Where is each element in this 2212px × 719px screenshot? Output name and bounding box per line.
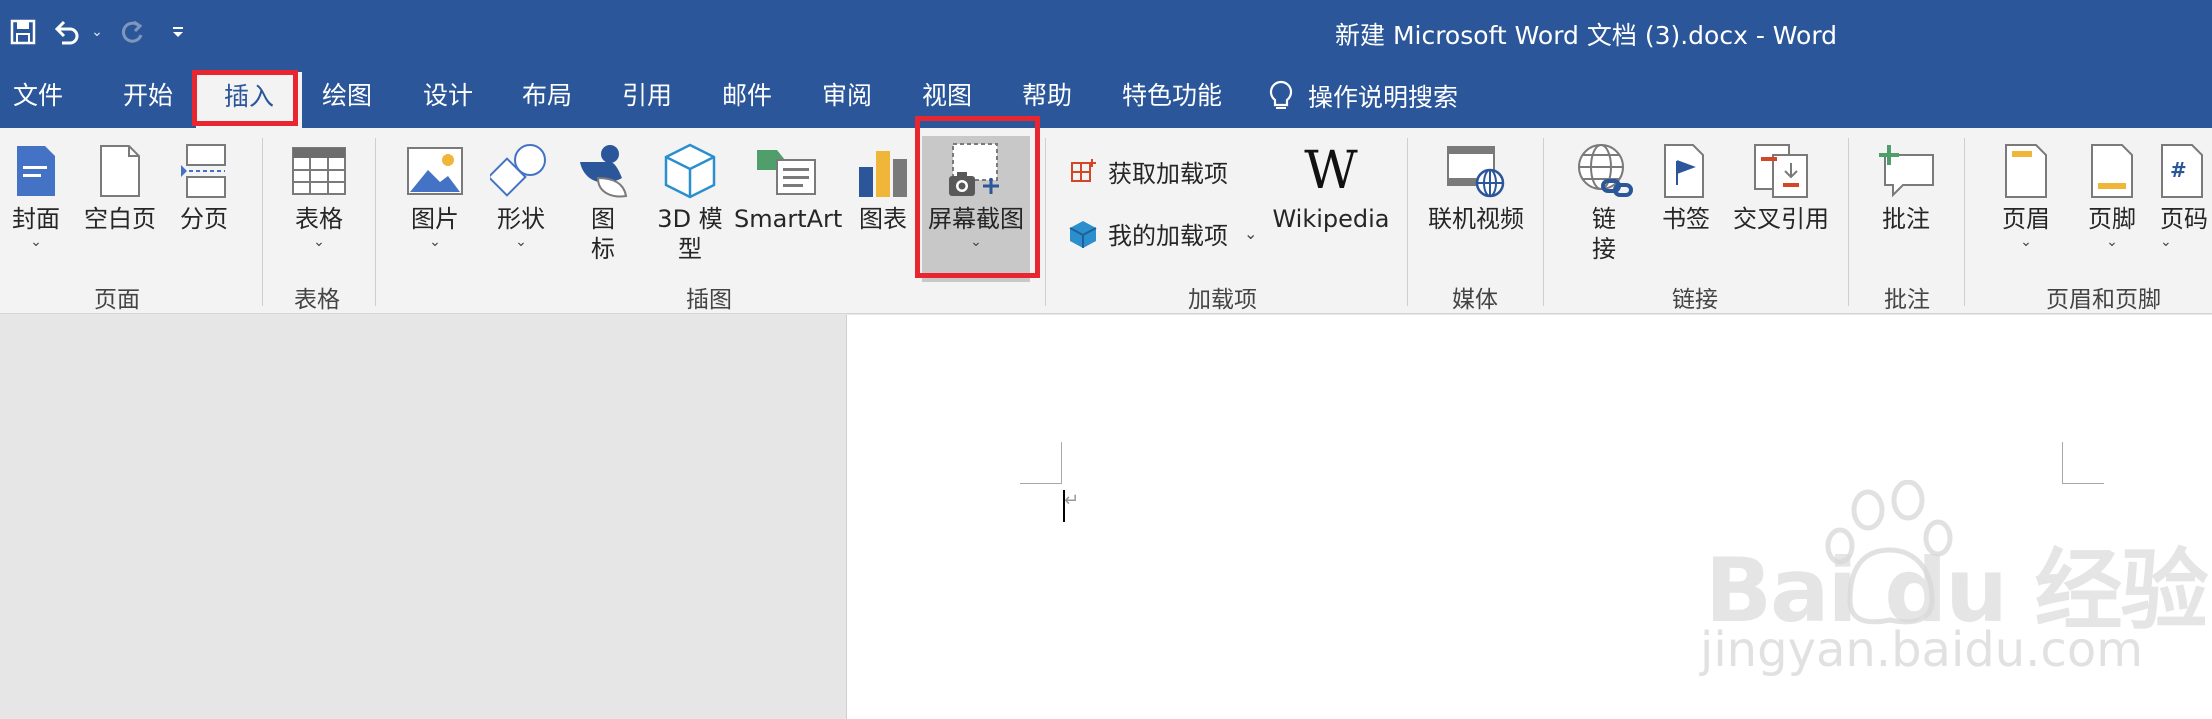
customize-icon — [173, 27, 183, 37]
insert-tab-highlight — [192, 70, 298, 126]
addins-cube-icon — [1069, 220, 1097, 248]
group-label-comments: 批注 — [1884, 287, 1930, 313]
undo-dropdown[interactable]: ⌄ — [86, 0, 108, 64]
bookmark-button[interactable]: 书签 — [1652, 138, 1720, 234]
screenshot-button-highlight — [915, 116, 1040, 278]
tab-special-features[interactable]: 特色功能 — [1122, 64, 1222, 128]
cross-reference-icon — [1754, 144, 1808, 198]
title-bar: ⌄ 新建 Microsoft Word 文档 (3).docx - Word — [0, 0, 2212, 64]
tab-home[interactable]: 开始 — [123, 64, 173, 128]
separator — [1045, 138, 1046, 306]
cross-reference-button[interactable]: 交叉引用 — [1730, 138, 1832, 234]
wikipedia-button[interactable]: W Wikipedia — [1272, 138, 1390, 234]
table-button[interactable]: 表格 ⌄ — [284, 138, 354, 250]
table-icon — [292, 147, 346, 195]
page-number-icon: # — [2161, 144, 2203, 198]
header-button[interactable]: 页眉 ⌄ — [1992, 138, 2060, 250]
page-break-button[interactable]: 分页 — [172, 138, 236, 234]
wikipedia-icon: W — [1304, 141, 1358, 201]
group-label-links: 链接 — [1672, 287, 1718, 313]
tab-review[interactable]: 审阅 — [822, 64, 872, 128]
cover-page-button[interactable]: 封面 ⌄ — [6, 138, 66, 250]
window-title: 新建 Microsoft Word 文档 (3).docx - Word — [1335, 21, 1838, 50]
new-comment-button[interactable]: 批注 — [1868, 138, 1944, 234]
group-label-header-footer: 页眉和页脚 — [2046, 287, 2161, 313]
bird-icon — [580, 145, 628, 198]
tell-me-search[interactable]: 操作说明搜索 — [1268, 64, 1458, 128]
blank-page-icon — [100, 145, 140, 197]
separator — [375, 138, 376, 306]
blank-page-button[interactable]: 空白页 — [80, 138, 160, 234]
group-label-tables: 表格 — [294, 287, 340, 313]
redo-icon — [121, 20, 143, 43]
svg-text:#: # — [2170, 158, 2187, 182]
tab-design[interactable]: 设计 — [423, 64, 473, 128]
tab-mailings[interactable]: 邮件 — [722, 64, 772, 128]
my-addins-button[interactable]: 我的加载项 ⌄ — [1068, 216, 1257, 251]
tab-layout[interactable]: 布局 — [522, 64, 572, 128]
separator — [1964, 138, 1965, 306]
lightbulb-icon — [1269, 80, 1293, 109]
header-icon — [2005, 144, 2047, 198]
online-video-button[interactable]: 联机视频 — [1420, 138, 1532, 234]
my-addins-dropdown[interactable]: ⌄ — [1244, 224, 1257, 243]
smartart-icon — [757, 150, 816, 195]
save-button[interactable] — [0, 0, 46, 64]
shapes-button[interactable]: 形状 ⌄ — [486, 138, 556, 250]
link-globe-icon — [1578, 144, 1633, 197]
tab-file[interactable]: 文件 — [13, 64, 63, 128]
group-label-illustrations: 插图 — [686, 287, 732, 313]
chart-button[interactable]: 图表 — [848, 138, 918, 234]
icons-button[interactable]: 图 标 — [572, 138, 634, 264]
paragraph-mark: ↵ — [1064, 490, 1080, 511]
quick-access-toolbar: ⌄ — [0, 0, 198, 64]
page-break-icon — [181, 144, 226, 198]
undo-button[interactable] — [46, 0, 86, 64]
ribbon-tabs: 文件 开始 插入 绘图 设计 布局 引用 邮件 审阅 视图 帮助 特色功能 — [0, 64, 2212, 128]
group-label-addins: 加载项 — [1188, 287, 1257, 313]
chart-icon — [859, 151, 907, 197]
page-number-button[interactable]: # 页码 ⌄ — [2160, 138, 2212, 250]
picture-icon — [407, 147, 463, 195]
3d-models-button[interactable]: 3D 模 型 — [648, 138, 732, 264]
footer-button[interactable]: 页脚 ⌄ — [2078, 138, 2146, 250]
ribbon: 封面 ⌄ 空白页 分页 页面 表格 ⌄ 表格 图片 ⌄ 形状 ⌄ 图 标 3D … — [0, 128, 2212, 314]
get-addins-button[interactable]: 获取加载项 — [1068, 154, 1228, 189]
pictures-button[interactable]: 图片 ⌄ — [400, 138, 470, 250]
tab-draw[interactable]: 绘图 — [322, 64, 372, 128]
smartart-button[interactable]: SmartArt — [734, 138, 842, 234]
undo-icon — [54, 20, 79, 45]
group-label-media: 媒体 — [1452, 287, 1498, 313]
tab-references[interactable]: 引用 — [622, 64, 672, 128]
redo-button[interactable] — [108, 0, 158, 64]
margin-corner-left — [1020, 442, 1062, 484]
store-icon — [1071, 158, 1096, 182]
watermark-url: jingyan.baidu.com — [1700, 622, 2143, 678]
group-label-pages: 页面 — [94, 287, 140, 313]
separator — [1543, 138, 1544, 306]
cover-page-icon — [17, 146, 55, 196]
bookmark-icon — [1664, 144, 1704, 198]
separator — [1407, 138, 1408, 306]
link-button[interactable]: 链 接 — [1568, 138, 1640, 264]
tell-me-label: 操作说明搜索 — [1308, 83, 1459, 112]
save-icon — [10, 19, 36, 45]
customize-qat-button[interactable] — [158, 0, 198, 64]
footer-icon — [2091, 144, 2133, 198]
shapes-icon — [490, 144, 546, 197]
separator — [262, 138, 263, 306]
online-video-icon — [1447, 146, 1505, 198]
margin-corner-right — [2062, 442, 2104, 484]
comment-icon — [1879, 145, 1934, 198]
cube-icon — [664, 143, 716, 199]
separator — [1848, 138, 1849, 306]
